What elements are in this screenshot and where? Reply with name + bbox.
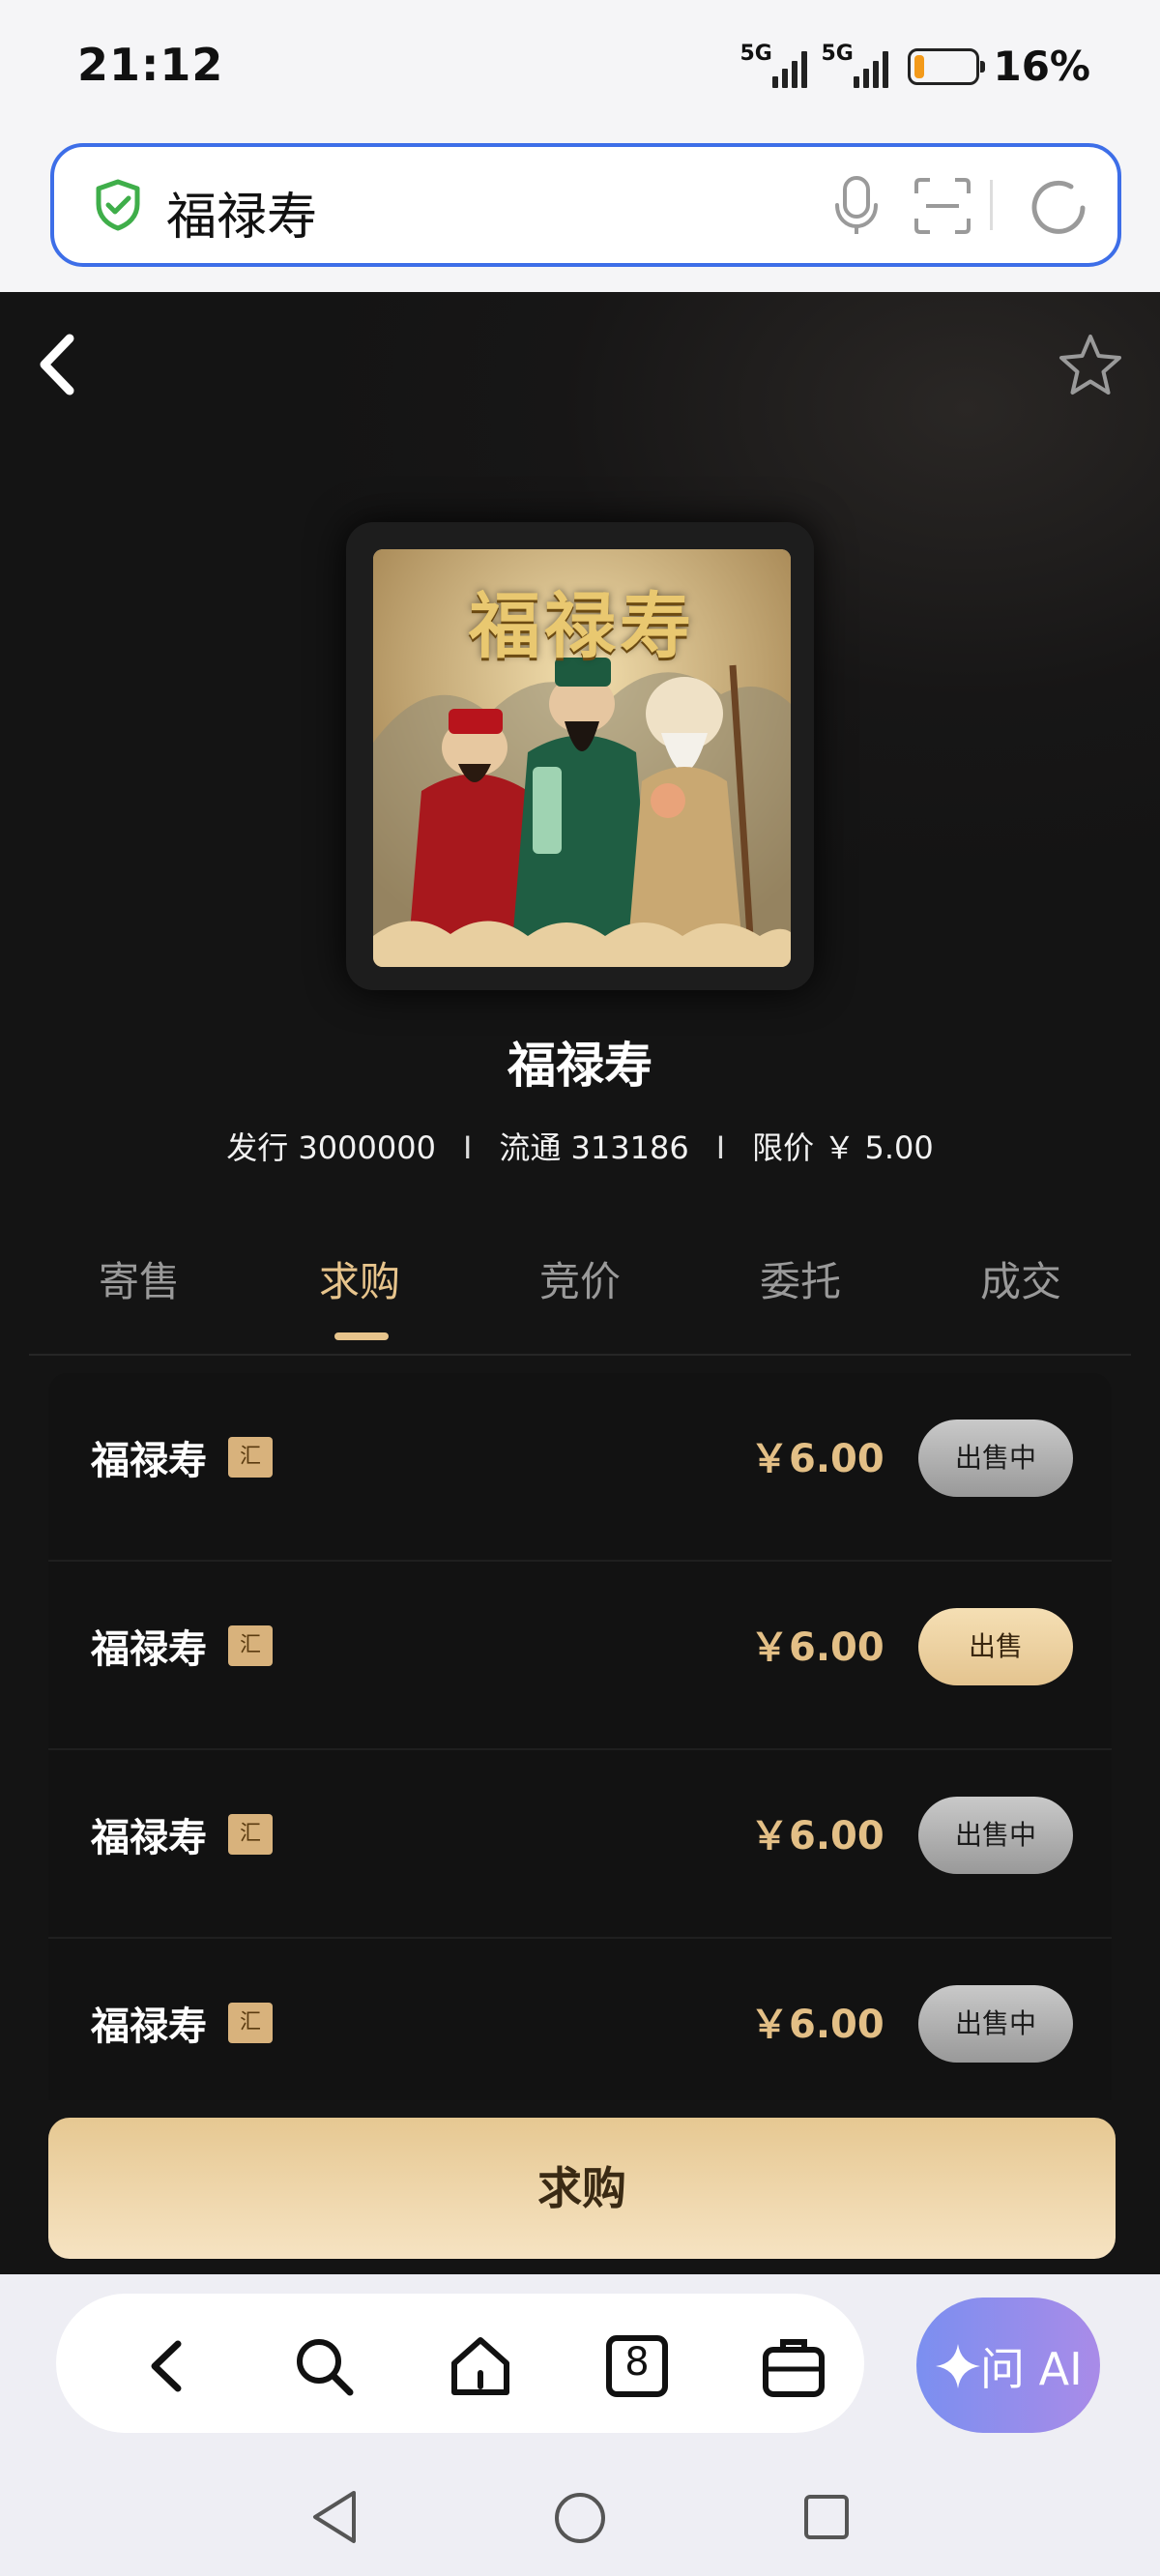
battery-percent: 16%: [993, 43, 1090, 90]
system-back-icon[interactable]: [307, 2487, 362, 2547]
address-bar-query[interactable]: 福禄寿: [166, 176, 317, 249]
list-item[interactable]: 福禄寿 汇 ￥6.00 出售: [48, 1562, 1112, 1750]
sparkle-icon: [936, 2344, 980, 2388]
address-bar[interactable]: 福禄寿: [50, 143, 1121, 267]
network-label: 5G: [740, 41, 772, 66]
list-item[interactable]: 福禄寿 汇 ￥6.00 出售中: [48, 1750, 1112, 1939]
cover-frame: 福禄寿: [346, 522, 814, 990]
reload-icon[interactable]: [1027, 176, 1090, 240]
home-icon[interactable]: [447, 2332, 514, 2400]
listing-tag: 汇: [228, 2003, 273, 2043]
stats-separator: I: [715, 1129, 726, 1166]
status-bar: 21:12 5G 5G 16%: [0, 0, 1160, 135]
network-label-2: 5G: [821, 41, 854, 66]
item-title: 福禄寿: [508, 1038, 652, 1094]
tab-deals[interactable]: 成交: [911, 1249, 1131, 1308]
page-content: 福禄寿 福禄寿 发行 3000000 I 流通 313186 I 限价 ￥ 5.00 寄…: [0, 292, 1160, 2274]
active-tab-indicator: [334, 1332, 389, 1340]
buy-request-list: 福禄寿 汇 ￥6.00 出售中 福禄寿 汇 ￥6.00 出售 福禄寿 汇 ￥6.…: [48, 1373, 1112, 2100]
listing-price: ￥6.00: [750, 1814, 884, 1859]
briefcase-icon[interactable]: [760, 2332, 827, 2400]
listing-name: 福禄寿: [91, 1439, 207, 1483]
item-stats: 发行 3000000 I 流通 313186 I 限价 ￥ 5.00: [0, 1124, 1160, 1168]
back-nav-icon[interactable]: [133, 2332, 201, 2400]
stats-separator: I: [462, 1129, 473, 1166]
address-bar-divider: [990, 180, 993, 230]
tab-entrust[interactable]: 委托: [690, 1249, 911, 1308]
listing-name: 福禄寿: [91, 1627, 207, 1672]
list-item[interactable]: 福禄寿 汇 ￥6.00 出售中: [48, 1939, 1112, 2100]
listing-tag: 汇: [228, 1814, 273, 1855]
battery-icon: [908, 47, 986, 85]
issue-count: 发行 3000000: [226, 1129, 436, 1166]
tab-buy-request[interactable]: 求购: [249, 1249, 470, 1308]
cover-title: 福禄寿: [469, 585, 695, 668]
listing-action-button[interactable]: 出售中: [918, 1985, 1073, 2063]
browser-toolbar: 8 问 AI: [0, 2274, 1160, 2576]
tabs-count: 8: [624, 2340, 650, 2385]
listing-name: 福禄寿: [91, 2005, 207, 2049]
circulation-count: 流通 313186: [499, 1129, 689, 1166]
list-item[interactable]: 福禄寿 汇 ￥6.00 出售中: [48, 1373, 1112, 1562]
signal-icon-2: 5G: [821, 41, 889, 88]
listing-action-button[interactable]: 出售中: [918, 1420, 1073, 1497]
ask-ai-button[interactable]: 问 AI: [916, 2298, 1100, 2433]
search-icon[interactable]: [290, 2332, 358, 2400]
tab-bar: 寄售 求购 竞价 委托 成交: [29, 1249, 1131, 1356]
listing-price: ￥6.00: [750, 1437, 884, 1481]
tabs-icon[interactable]: 8: [603, 2332, 671, 2400]
favorite-star-icon[interactable]: [1056, 331, 1125, 400]
tab-consignment[interactable]: 寄售: [29, 1249, 249, 1308]
toolbar-pill: 8: [56, 2294, 864, 2433]
status-time: 21:12: [77, 39, 224, 91]
scan-icon[interactable]: [913, 176, 972, 236]
listing-price: ￥6.00: [750, 2003, 884, 2047]
buy-request-button[interactable]: 求购: [48, 2118, 1116, 2259]
price-limit: 限价 ￥ 5.00: [752, 1129, 934, 1166]
tab-bidding[interactable]: 竞价: [470, 1249, 690, 1308]
listing-tag: 汇: [228, 1625, 273, 1666]
ask-ai-label: 问 AI: [980, 2343, 1083, 2395]
back-icon[interactable]: [35, 331, 81, 398]
listing-tag: 汇: [228, 1437, 273, 1478]
listing-action-button[interactable]: 出售: [918, 1608, 1073, 1685]
listing-price: ￥6.00: [750, 1625, 884, 1670]
status-indicators: 5G 5G 16%: [740, 41, 1090, 91]
signal-icon: 5G: [740, 41, 808, 88]
listing-name: 福禄寿: [91, 1816, 207, 1860]
system-recents-icon[interactable]: [802, 2493, 851, 2541]
listing-action-button[interactable]: 出售中: [918, 1797, 1073, 1874]
cover-image: 福禄寿: [373, 549, 791, 967]
security-shield-icon: [96, 179, 140, 231]
system-home-icon[interactable]: [553, 2491, 607, 2545]
microphone-icon[interactable]: [827, 174, 885, 236]
